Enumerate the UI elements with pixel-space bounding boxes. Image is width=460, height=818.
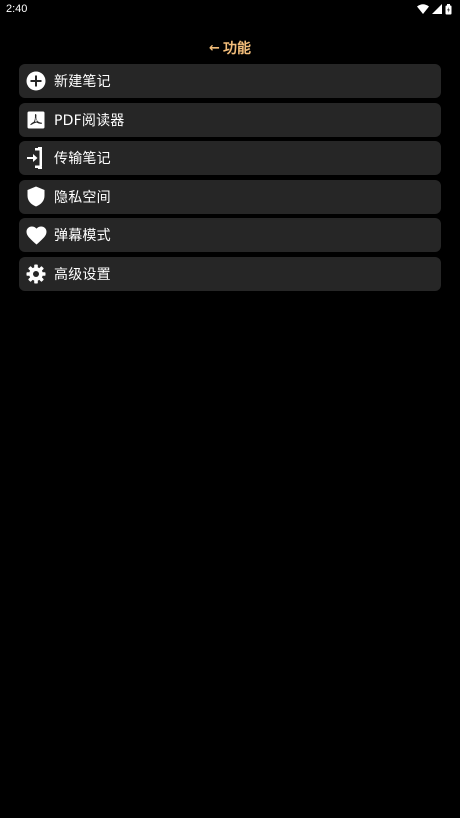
menu-item-label: PDF阅读器 <box>54 112 125 129</box>
status-bar: 2:40 <box>0 0 460 20</box>
menu-item-label: 隐私空间 <box>54 189 111 206</box>
signal-icon <box>432 4 442 14</box>
menu-item-danmaku-mode[interactable]: 弹幕模式 <box>19 218 441 252</box>
shield-icon <box>25 186 47 208</box>
transfer-icon <box>25 147 47 169</box>
menu-item-privacy-space[interactable]: 隐私空间 <box>19 179 441 214</box>
pdf-icon <box>25 109 47 131</box>
menu-item-label: 高级设置 <box>54 266 111 283</box>
menu-item-pdf-reader[interactable]: PDF阅读器 <box>19 102 441 137</box>
status-icons <box>417 3 452 15</box>
page-header: ← 功能 <box>0 38 460 58</box>
menu-item-advanced-settings[interactable]: 高级设置 <box>19 256 441 291</box>
page-title: 功能 <box>222 41 251 57</box>
heart-icon <box>25 224 47 246</box>
battery-icon <box>445 3 452 15</box>
arrow-left-icon[interactable]: ← <box>209 42 220 55</box>
menu-item-label: 传输笔记 <box>54 151 111 167</box>
status-time: 2:40 <box>6 3 28 15</box>
menu-item-transfer-note[interactable]: 传输笔记 <box>19 141 441 175</box>
menu-item-label: 弹幕模式 <box>54 228 111 244</box>
menu-item-label: 新建笔记 <box>54 74 111 90</box>
menu-item-new-note[interactable]: 新建笔记 <box>19 64 441 98</box>
plus-circle-icon <box>25 70 47 92</box>
wifi-icon <box>417 4 429 14</box>
gear-icon <box>25 263 47 285</box>
feature-menu: 新建笔记 PDF阅读器 传输笔记 隐私空间 弹幕模式 高级设置 <box>19 64 441 295</box>
